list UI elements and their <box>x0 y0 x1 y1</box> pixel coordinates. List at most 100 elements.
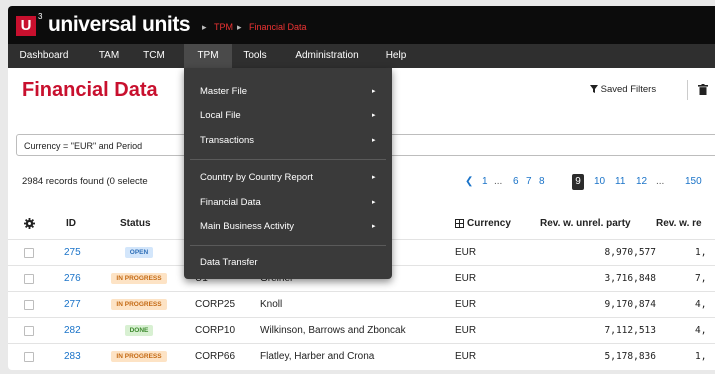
menu-item-local-file[interactable]: Local File ▸ <box>184 104 392 128</box>
row-currency: EUR <box>455 273 477 284</box>
pagination-page[interactable]: 12 <box>636 174 647 190</box>
menu-tcm[interactable]: TCM <box>136 44 172 68</box>
status-cell: IN PROGRESS <box>104 266 174 292</box>
row-checkbox[interactable] <box>24 248 34 258</box>
pagination-page[interactable]: 7 <box>526 174 532 190</box>
submenu-arrow-icon: ▸ <box>372 223 376 230</box>
row-rev-rel: 1, <box>695 351 707 362</box>
submenu-arrow-icon: ▸ <box>372 199 376 206</box>
breadcrumb-separator-icon: ▸ <box>237 22 242 32</box>
menu-tools[interactable]: Tools <box>236 44 274 68</box>
row-currency: EUR <box>455 325 477 336</box>
menu-divider <box>190 159 386 160</box>
menu-help[interactable]: Help <box>378 44 414 68</box>
breadcrumb-tpm[interactable]: TPM <box>214 22 233 32</box>
toolbar-divider <box>687 80 688 100</box>
menu-item-label: Main Business Activity <box>200 221 294 232</box>
row-checkbox[interactable] <box>24 352 34 362</box>
row-rev-unrel: 8,970,577 <box>604 247 656 258</box>
trash-icon[interactable] <box>698 84 708 95</box>
breadcrumb-current: Financial Data <box>249 22 307 32</box>
table-row[interactable]: 282 DONE CORP10 Wilkinson, Barrows and Z… <box>8 317 715 344</box>
row-currency: EUR <box>455 351 477 362</box>
submenu-arrow-icon: ▸ <box>372 137 376 144</box>
page-title: Financial Data <box>22 79 158 101</box>
row-id-link[interactable]: 282 <box>64 318 81 344</box>
row-checkbox[interactable] <box>24 326 34 336</box>
row-code: CORP25 <box>195 299 236 310</box>
menu-administration[interactable]: Administration <box>284 44 370 68</box>
row-currency: EUR <box>455 247 477 258</box>
menu-item-master-file[interactable]: Master File ▸ <box>184 80 392 104</box>
menu-tam[interactable]: TAM <box>92 44 126 68</box>
pagination-page[interactable]: 1 <box>482 174 488 190</box>
status-cell: OPEN <box>104 240 174 266</box>
table-row[interactable]: 283 IN PROGRESS CORP66 Flatley, Harber a… <box>8 343 715 370</box>
row-rev-unrel: 9,170,874 <box>604 299 656 310</box>
column-header-rev-rel[interactable]: Rev. w. re <box>656 218 702 229</box>
pagination-prev-icon[interactable]: ❮ <box>465 174 473 190</box>
row-id-link[interactable]: 275 <box>64 240 81 266</box>
column-header-rev-unrel[interactable]: Rev. w. unrel. party <box>540 218 631 229</box>
menu-item-label: Country by Country Report <box>200 172 313 183</box>
submenu-arrow-icon: ▸ <box>372 112 376 119</box>
logo[interactable]: U <box>16 16 36 36</box>
logo-superscript: 3 <box>38 12 43 21</box>
row-code: CORP66 <box>195 351 236 362</box>
status-badge: DONE <box>124 324 154 336</box>
row-rev-unrel: 3,716,848 <box>604 273 656 284</box>
menu-item-label: Data Transfer <box>200 257 258 268</box>
menu-item-label: Financial Data <box>200 197 261 208</box>
brand-bar: U 3 universal units ▸ TPM ▸ Financial Da… <box>8 6 715 44</box>
row-checkbox[interactable] <box>24 274 34 284</box>
menu-dashboard[interactable]: Dashboard <box>8 44 80 68</box>
row-name: Flatley, Harber and Crona <box>260 351 375 362</box>
column-header-status[interactable]: Status <box>120 218 151 229</box>
menu-item-financial-data[interactable]: Financial Data ▸ <box>184 191 392 215</box>
column-header-id[interactable]: ID <box>66 218 76 229</box>
row-id-link[interactable]: 277 <box>64 292 81 318</box>
status-badge: IN PROGRESS <box>111 298 167 310</box>
breadcrumb-separator-icon: ▸ <box>202 22 207 32</box>
filter-icon <box>590 85 598 93</box>
row-id-link[interactable]: 283 <box>64 344 81 370</box>
row-currency: EUR <box>455 299 477 310</box>
gear-icon[interactable] <box>24 218 35 229</box>
pagination-current-page[interactable]: 9 <box>572 174 584 190</box>
main-menu: Dashboard TAM TCM TPM Tools Administrati… <box>8 44 715 68</box>
menu-item-country-by-country-report[interactable]: Country by Country Report ▸ <box>184 166 392 190</box>
row-rev-unrel: 5,178,836 <box>604 351 656 362</box>
table-row[interactable]: 277 IN PROGRESS CORP25 Knoll EUR 9,170,8… <box>8 291 715 318</box>
pagination-page[interactable]: 11 <box>615 174 625 190</box>
pagination-page[interactable]: 6 <box>513 174 519 190</box>
row-rev-rel: 4, <box>695 325 707 336</box>
menu-item-main-business-activity[interactable]: Main Business Activity ▸ <box>184 215 392 239</box>
menu-divider <box>190 245 386 246</box>
pagination-page[interactable]: 150 <box>685 174 702 190</box>
menu-item-label: Master File <box>200 86 247 97</box>
saved-filters-label: Saved Filters <box>600 84 657 95</box>
status-badge: IN PROGRESS <box>111 350 167 362</box>
menu-item-data-transfer[interactable]: Data Transfer <box>184 251 392 275</box>
row-name: Knoll <box>260 299 283 310</box>
column-header-currency[interactable]: Currency <box>467 218 511 229</box>
menu-item-label: Transactions <box>200 135 255 146</box>
brand-name[interactable]: universal units <box>48 13 191 37</box>
currency-icon <box>455 219 464 228</box>
status-cell: IN PROGRESS <box>104 344 174 370</box>
row-rev-rel: 1, <box>695 247 707 258</box>
filter-text: Currency = "EUR" and Period <box>24 141 143 151</box>
row-rev-rel: 7, <box>695 273 707 284</box>
row-id-link[interactable]: 276 <box>64 266 81 292</box>
status-badge: OPEN <box>124 246 154 258</box>
row-checkbox[interactable] <box>24 300 34 310</box>
submenu-arrow-icon: ▸ <box>372 88 376 95</box>
saved-filters-button[interactable]: Saved Filters <box>590 84 656 95</box>
status-cell: DONE <box>104 318 174 344</box>
menu-item-label: Local File <box>200 110 241 121</box>
menu-tpm[interactable]: TPM <box>184 44 232 68</box>
row-rev-unrel: 7,112,513 <box>604 325 656 336</box>
menu-item-transactions[interactable]: Transactions ▸ <box>184 129 392 153</box>
pagination-page[interactable]: 8 <box>539 174 545 190</box>
pagination-page[interactable]: 10 <box>594 174 605 190</box>
